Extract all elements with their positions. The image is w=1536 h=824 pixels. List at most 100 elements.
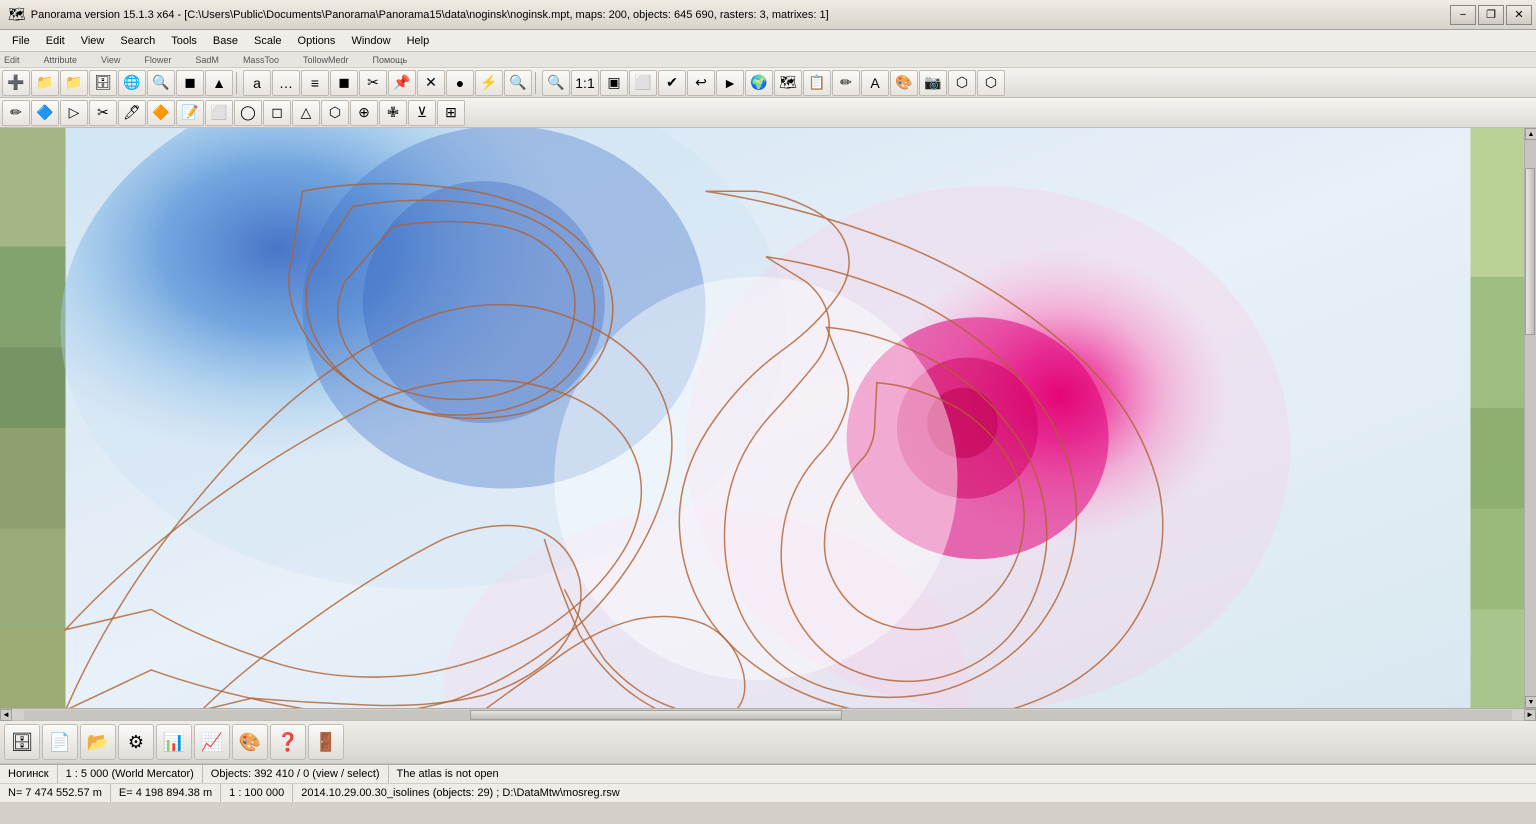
hscroll-left-button[interactable]: ◄ — [0, 709, 12, 721]
title-bar: 🗺 Panorama version 15.1.3 x64 - [C:\User… — [0, 0, 1536, 30]
chart-btn[interactable]: 📈 — [194, 724, 230, 760]
vscroll-thumb[interactable] — [1525, 168, 1535, 335]
hscroll-right-button[interactable]: ► — [1524, 709, 1536, 721]
toolbar2-btn-3[interactable]: ✂ — [89, 100, 117, 126]
toolbar-btn-20[interactable]: ▣ — [600, 70, 628, 96]
toolbar-btn-17[interactable]: 🔍 — [504, 70, 532, 96]
toolbar-label: Flower — [144, 55, 171, 65]
toolbar-btn-29[interactable]: A — [861, 70, 889, 96]
menu-item-help[interactable]: Help — [399, 31, 438, 51]
horizontal-scrollbar[interactable]: ◄ ► — [0, 708, 1536, 720]
menu-item-tools[interactable]: Tools — [163, 31, 205, 51]
status-bar: Ногинск 1 : 5 000 (World Mercator) Objec… — [0, 764, 1536, 802]
vscroll-track[interactable] — [1525, 140, 1536, 696]
toolbar-btn-26[interactable]: 🗺 — [774, 70, 802, 96]
toolbar2-btn-4[interactable]: 🖊 — [118, 100, 146, 126]
toolbar-btn-23[interactable]: ↩ — [687, 70, 715, 96]
toolbar2-btn-11[interactable]: ⬡ — [321, 100, 349, 126]
hscroll-track[interactable] — [24, 710, 1512, 720]
toolbar-btn-16[interactable]: ⚡ — [475, 70, 503, 96]
toolbar-btn-31[interactable]: 📷 — [919, 70, 947, 96]
toolbar-btn-8[interactable]: a — [243, 70, 271, 96]
toolbar2-btn-13[interactable]: ✙ — [379, 100, 407, 126]
menu-item-view[interactable]: View — [73, 31, 113, 51]
status-layer: 2014.10.29.00.30_isolines (objects: 29) … — [293, 784, 1536, 802]
toolbar-btn-5[interactable]: 🔍 — [147, 70, 175, 96]
toolbar-label: SadM — [195, 55, 219, 65]
toolbar-btn-13[interactable]: 📌 — [388, 70, 416, 96]
status-scale: 1 : 5 000 (World Mercator) — [58, 765, 203, 783]
window-controls: − ❐ ✕ — [1450, 5, 1532, 25]
toolbar-btn-27[interactable]: 📋 — [803, 70, 831, 96]
toolbar-btn-9[interactable]: … — [272, 70, 300, 96]
toolbar-btn-11[interactable]: ◼ — [330, 70, 358, 96]
table-btn[interactable]: 📊 — [156, 724, 192, 760]
close-button[interactable]: ✕ — [1506, 5, 1532, 25]
new-btn[interactable]: 📄 — [42, 724, 78, 760]
toolbar-btn-15[interactable]: ● — [446, 70, 474, 96]
toolbar2-btn-5[interactable]: 🔶 — [147, 100, 175, 126]
status-scale2: 1 : 100 000 — [221, 784, 293, 802]
menu-item-file[interactable]: File — [4, 31, 38, 51]
menu-item-base[interactable]: Base — [205, 31, 246, 51]
toolbar-btn-30[interactable]: 🎨 — [890, 70, 918, 96]
toolbar2-btn-2[interactable]: ▷ — [60, 100, 88, 126]
minimize-button[interactable]: − — [1450, 5, 1476, 25]
menu-item-edit[interactable]: Edit — [38, 31, 73, 51]
legend-btn[interactable]: 🎨 — [232, 724, 268, 760]
vertical-scrollbar[interactable]: ▲ ▼ — [1524, 128, 1536, 708]
toolbar-btn-18[interactable]: 🔍 — [542, 70, 570, 96]
toolbar2-btn-12[interactable]: ⊕ — [350, 100, 378, 126]
toolbar-btn-22[interactable]: ✔ — [658, 70, 686, 96]
toolbar-btn-32[interactable]: ⬡ — [948, 70, 976, 96]
toolbar-label: TollowMedr — [303, 55, 349, 65]
toolbar-btn-10[interactable]: ≡ — [301, 70, 329, 96]
toolbar-btn-25[interactable]: 🌍 — [745, 70, 773, 96]
toolbar-btn-12[interactable]: ✂ — [359, 70, 387, 96]
toolbar-btn-24[interactable]: ► — [716, 70, 744, 96]
open-btn[interactable]: 📂 — [80, 724, 116, 760]
toolbar2-btn-9[interactable]: ◻ — [263, 100, 291, 126]
toolbar2-btn-0[interactable]: ✏ — [2, 100, 30, 126]
toolbar-btn-3[interactable]: 🗄 — [89, 70, 117, 96]
toolbar-btn-1[interactable]: 📁 — [31, 70, 59, 96]
toolbar-btn-28[interactable]: ✏ — [832, 70, 860, 96]
app-icon: 🗺 — [8, 6, 26, 23]
toolbar-btn-21[interactable]: ⬜ — [629, 70, 657, 96]
toolbar2-btn-6[interactable]: 📝 — [176, 100, 204, 126]
exit-btn[interactable]: 🚪 — [308, 724, 344, 760]
status-location: Ногинск — [0, 765, 58, 783]
toolbar-btn-2[interactable]: 📁 — [60, 70, 88, 96]
toolbar2-btn-7[interactable]: ⬜ — [205, 100, 233, 126]
menu-item-search[interactable]: Search — [112, 31, 163, 51]
toolbar-btn-33[interactable]: ⬡ — [977, 70, 1005, 96]
toolbar-row-1: ➕📁📁🗄🌐🔍◼▲a…≡◼✂📌✕●⚡🔍🔍1:1▣⬜✔↩►🌍🗺📋✏A🎨📷⬡⬡ — [0, 68, 1536, 98]
toolbar-btn-7[interactable]: ▲ — [205, 70, 233, 96]
toolbar2-btn-10[interactable]: △ — [292, 100, 320, 126]
toolbar2-btn-1[interactable]: 🔷 — [31, 100, 59, 126]
toolbar2-btn-14[interactable]: ⊻ — [408, 100, 436, 126]
toolbar-label: View — [101, 55, 120, 65]
toolbar-row-2: ✏🔷▷✂🖊🔶📝⬜◯◻△⬡⊕✙⊻⊞ — [0, 98, 1536, 128]
toolbar-btn-19[interactable]: 1:1 — [571, 70, 599, 96]
toolbar-btn-4[interactable]: 🌐 — [118, 70, 146, 96]
menu-item-options[interactable]: Options — [290, 31, 344, 51]
toolbar-btn-0[interactable]: ➕ — [2, 70, 30, 96]
toolbar-label: Помощь — [372, 55, 407, 65]
settings-btn[interactable]: ⚙ — [118, 724, 154, 760]
help-btn[interactable]: ❓ — [270, 724, 306, 760]
menu-item-window[interactable]: Window — [343, 31, 398, 51]
toolbar2-btn-8[interactable]: ◯ — [234, 100, 262, 126]
heatmap-svg — [0, 128, 1536, 708]
vscroll-down-button[interactable]: ▼ — [1525, 696, 1536, 708]
vscroll-up-button[interactable]: ▲ — [1525, 128, 1536, 140]
map-viewport[interactable] — [0, 128, 1536, 708]
window-title: Panorama version 15.1.3 x64 - [C:\Users\… — [31, 9, 1528, 21]
menu-item-scale[interactable]: Scale — [246, 31, 290, 51]
toolbar-btn-14[interactable]: ✕ — [417, 70, 445, 96]
database-btn[interactable]: 🗄 — [4, 724, 40, 760]
toolbar-btn-6[interactable]: ◼ — [176, 70, 204, 96]
restore-button[interactable]: ❐ — [1478, 5, 1504, 25]
hscroll-thumb[interactable] — [470, 710, 842, 720]
toolbar2-btn-15[interactable]: ⊞ — [437, 100, 465, 126]
